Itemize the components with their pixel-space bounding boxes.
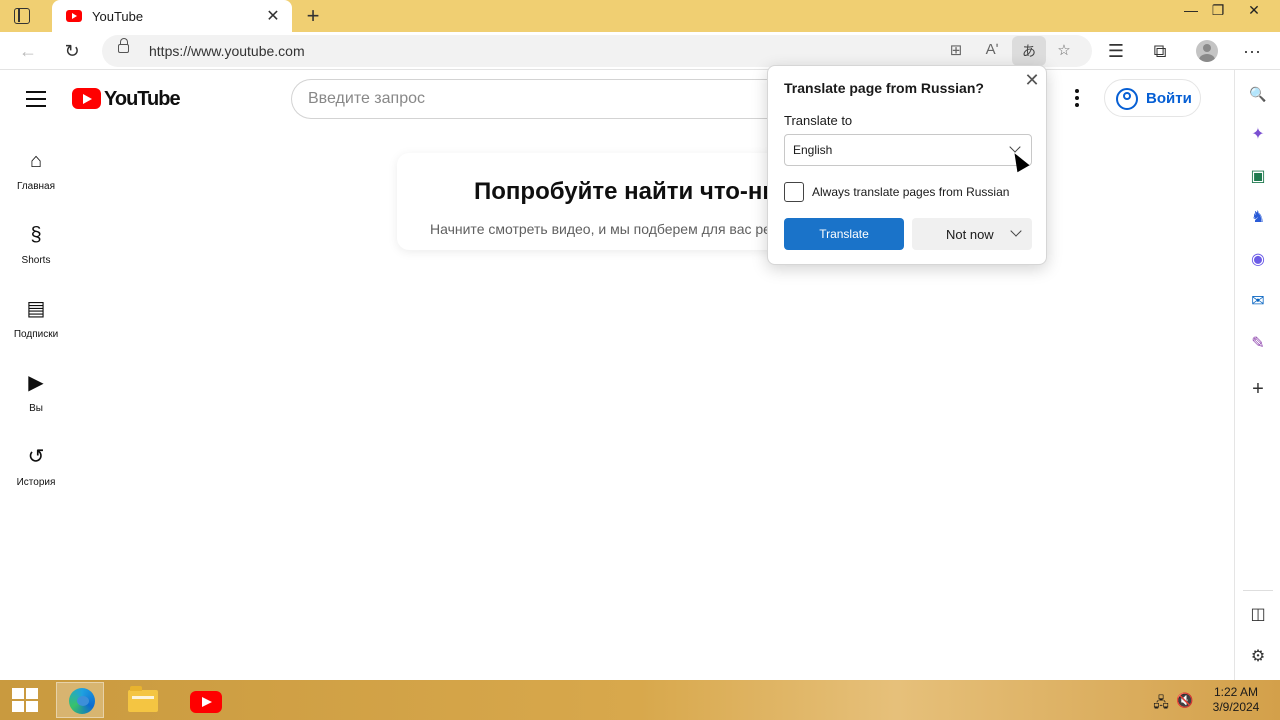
sign-in-label: Войти — [1146, 90, 1192, 107]
taskbar-edge[interactable] — [56, 682, 104, 718]
guide-label: Главная — [16, 181, 56, 192]
chevron-down-icon[interactable] — [1010, 225, 1022, 237]
account-icon — [1116, 88, 1138, 110]
volume-muted-icon[interactable]: 🔇 — [1176, 692, 1194, 709]
tab-actions-icon[interactable] — [14, 8, 30, 24]
refresh-button[interactable]: ↻ — [60, 40, 84, 62]
browser-title-bar: YouTube ✕ + — ❐ ✕ — [0, 0, 1280, 32]
search-icon[interactable]: 🔍 — [1248, 84, 1268, 104]
settings-menu-icon[interactable] — [1069, 89, 1085, 109]
split-pane-icon[interactable]: ◫ — [1248, 605, 1268, 625]
edge-sidebar: 🔍 ✦ ▣ ♞ ◉ ✉ ✎ + ◫ ⚙ — [1234, 70, 1280, 680]
translate-to-label: Translate to — [784, 113, 853, 128]
network-icon[interactable]: 🖧 — [1152, 692, 1170, 716]
not-now-label: Not now — [946, 227, 994, 242]
microsoft365-icon[interactable]: ◉ — [1248, 250, 1268, 270]
guide-label: Вы — [29, 403, 43, 414]
clock-time: 1:22 AM — [1213, 685, 1259, 699]
start-button[interactable] — [12, 688, 38, 712]
empty-feed-subtitle: Начните смотреть видео, и мы подберем дл… — [430, 221, 817, 237]
guide-menu-icon[interactable] — [26, 91, 46, 107]
youtube-favicon-icon — [66, 10, 82, 22]
tab-youtube[interactable]: YouTube ✕ — [52, 0, 292, 32]
back-button[interactable]: ← — [16, 40, 40, 62]
translate-popup-title: Translate page from Russian? — [784, 80, 984, 96]
designer-icon[interactable]: ✎ — [1248, 334, 1268, 354]
close-icon[interactable]: ✕ — [1022, 70, 1042, 90]
minimize-button[interactable]: — — [1176, 2, 1206, 18]
maximize-button[interactable]: ❐ — [1203, 2, 1233, 19]
translate-popup: Translate page from Russian? ✕ Translate… — [767, 65, 1047, 265]
you-icon: ▶ — [28, 372, 44, 394]
tab-title: YouTube — [92, 9, 144, 24]
file-explorer-icon — [128, 686, 158, 712]
settings-icon[interactable]: ⚙ — [1248, 647, 1268, 667]
guide-label: История — [16, 477, 56, 488]
clock-date: 3/9/2024 — [1212, 700, 1260, 714]
youtube-play-icon — [72, 88, 101, 109]
always-translate-checkbox[interactable] — [784, 182, 804, 202]
youtube-page: YouTube Введите запрос Войти ⌂ Главная §… — [0, 71, 1234, 680]
translate-icon[interactable]: あ — [1012, 36, 1046, 66]
address-bar[interactable]: https://www.youtube.com ⊞ Aʹ あ ☆ — [102, 35, 1092, 67]
translate-button[interactable]: Translate — [784, 218, 904, 250]
copilot-icon[interactable]: ✦ — [1248, 125, 1268, 145]
new-tab-button[interactable]: + — [302, 3, 324, 29]
history-icon: ↺ — [27, 446, 45, 468]
read-aloud-icon[interactable]: Aʹ — [982, 41, 1002, 58]
windows-taskbar: 🖧 🔇 1:22 AM 3/9/2024 — [0, 680, 1280, 720]
split-screen-icon[interactable]: ⊞ — [946, 41, 966, 59]
browser-toolbar: ← ↻ https://www.youtube.com ⊞ Aʹ あ ☆ ☰ ⧉… — [0, 32, 1280, 70]
search-input[interactable]: Введите запрос — [291, 79, 811, 119]
games-icon[interactable]: ♞ — [1248, 208, 1268, 228]
search-placeholder: Введите запрос — [308, 90, 425, 107]
youtube-icon — [190, 691, 222, 713]
subscriptions-icon: ▤ — [26, 298, 46, 320]
favorites-icon[interactable]: ☰ — [1104, 40, 1128, 62]
guide-item-you[interactable]: ▶ Вы — [0, 371, 72, 414]
profile-avatar[interactable] — [1196, 40, 1218, 62]
guide-item-history[interactable]: ↺ История — [0, 445, 72, 488]
guide-item-shorts[interactable]: § Shorts — [0, 223, 72, 266]
edge-icon — [69, 688, 95, 714]
taskbar-file-explorer[interactable] — [116, 682, 164, 718]
language-select[interactable]: English — [784, 134, 1032, 166]
guide-label: Подписки — [13, 329, 59, 340]
more-icon[interactable]: ··· — [1240, 40, 1264, 62]
selected-language: English — [793, 143, 833, 157]
not-now-button[interactable]: Not now — [912, 218, 1032, 250]
empty-feed-title: Попробуйте найти что-нибудь — [474, 178, 817, 205]
outlook-icon[interactable]: ✉ — [1248, 292, 1268, 312]
empty-feed-card: Попробуйте найти что-нибудь Начните смот… — [397, 153, 817, 250]
tab-close-button[interactable]: ✕ — [264, 6, 282, 26]
sign-in-button[interactable]: Войти — [1104, 79, 1201, 117]
always-translate-label[interactable]: Always translate pages from Russian — [812, 185, 1009, 199]
shorts-icon: § — [30, 224, 42, 246]
guide-item-home[interactable]: ⌂ Главная — [0, 149, 72, 192]
youtube-logo-text: YouTube — [104, 88, 181, 110]
sidebar-divider — [1243, 590, 1273, 591]
add-favorite-icon[interactable]: ☆ — [1054, 41, 1074, 59]
lock-icon[interactable] — [118, 38, 129, 53]
url-text[interactable]: https://www.youtube.com — [149, 43, 305, 59]
close-window-button[interactable]: ✕ — [1239, 2, 1269, 19]
add-icon[interactable]: + — [1248, 379, 1268, 399]
guide-label: Shorts — [21, 255, 51, 266]
collections-icon[interactable]: ⧉ — [1148, 40, 1172, 62]
shopping-icon[interactable]: ▣ — [1248, 167, 1268, 187]
guide-item-subscriptions[interactable]: ▤ Подписки — [0, 297, 72, 340]
system-clock[interactable]: 1:22 AM 3/9/2024 — [1202, 685, 1270, 715]
home-icon: ⌂ — [29, 150, 43, 172]
taskbar-youtube[interactable] — [180, 682, 228, 718]
